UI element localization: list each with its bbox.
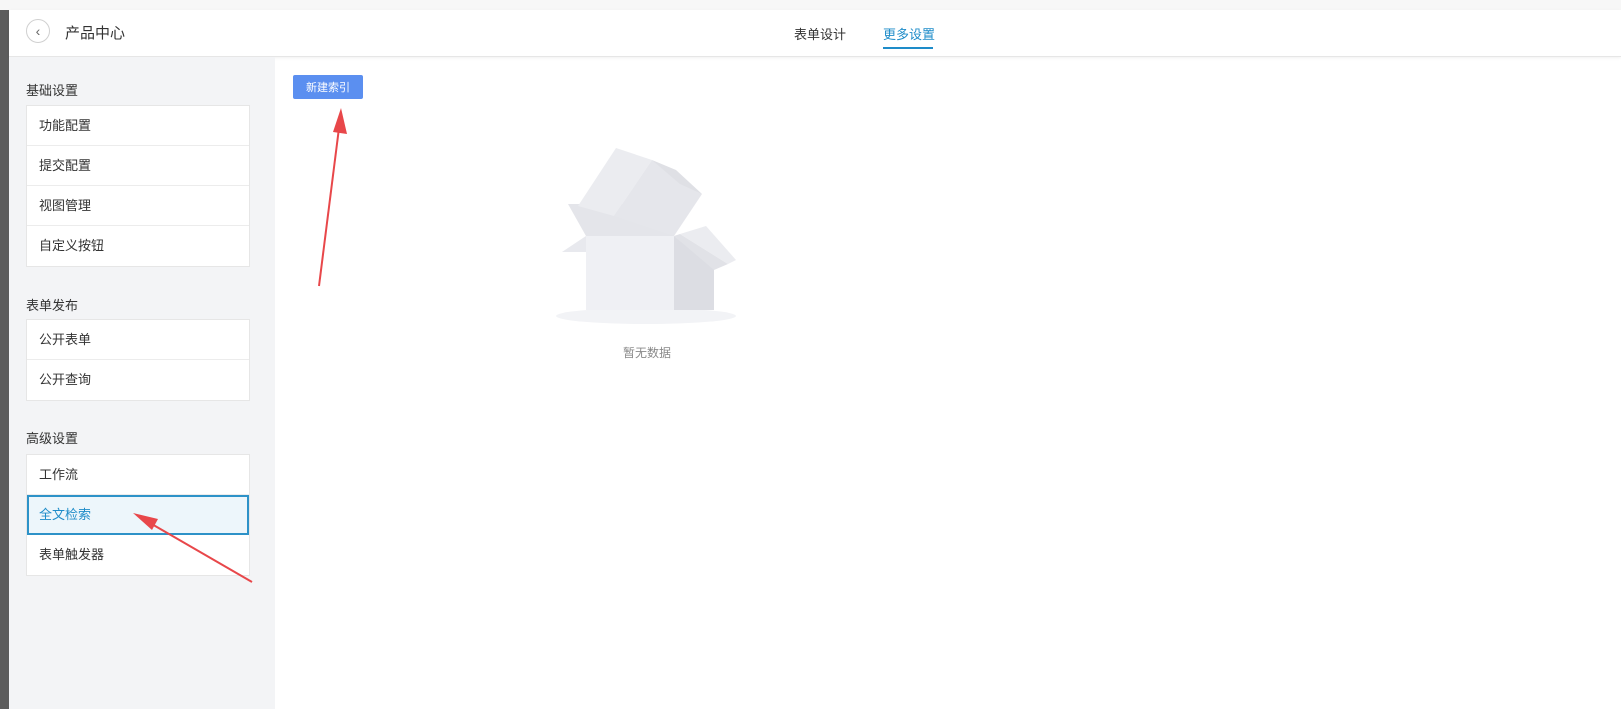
settings-sidebar: 基础设置 功能配置 提交配置 视图管理 自定义按钮 表单发布 公开表单 公开查询… <box>9 57 275 709</box>
window-edge <box>0 10 9 709</box>
group-title-basic: 基础设置 <box>26 83 79 98</box>
sidebar-item-workflow[interactable]: 工作流 <box>27 455 249 495</box>
red-arrow-to-button <box>318 108 347 287</box>
page-title: 产品中心 <box>65 25 126 42</box>
tab-more-settings[interactable]: 更多设置 <box>883 24 935 43</box>
sidebar-item-feature-config[interactable]: 功能配置 <box>27 106 249 146</box>
sidebar-item-submit-config[interactable]: 提交配置 <box>27 146 249 186</box>
menu-group-advanced: 工作流 全文检索 表单触发器 <box>26 454 250 576</box>
group-title-publish: 表单发布 <box>26 298 79 313</box>
sidebar-item-custom-buttons[interactable]: 自定义按钮 <box>27 226 249 266</box>
group-title-advanced: 高级设置 <box>26 431 79 446</box>
sidebar-item-public-query[interactable]: 公开查询 <box>27 360 249 400</box>
active-tab-indicator <box>883 47 933 49</box>
chevron-left-icon: ‹ <box>35 23 41 39</box>
menu-group-basic: 功能配置 提交配置 视图管理 自定义按钮 <box>26 105 250 267</box>
back-button[interactable]: ‹ <box>26 19 50 43</box>
sidebar-item-public-form[interactable]: 公开表单 <box>27 320 249 360</box>
new-index-button[interactable]: 新建索引 <box>293 75 363 99</box>
sidebar-item-form-trigger[interactable]: 表单触发器 <box>27 535 249 575</box>
menu-group-publish: 公开表单 公开查询 <box>26 319 250 401</box>
sidebar-item-fulltext-search[interactable]: 全文检索 <box>27 495 249 535</box>
empty-box-illustration <box>556 148 736 324</box>
sidebar-item-view-management[interactable]: 视图管理 <box>27 186 249 226</box>
empty-state-text: 暂无数据 <box>622 346 671 360</box>
tab-form-design[interactable]: 表单设计 <box>794 24 846 43</box>
app-header: ‹ 产品中心 表单设计 更多设置 <box>9 10 1621 57</box>
